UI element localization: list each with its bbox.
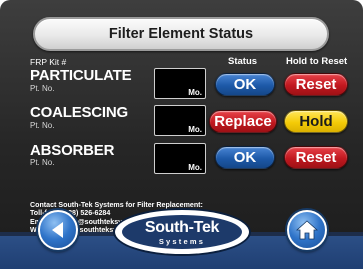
back-button[interactable] <box>38 210 78 250</box>
page-title: Filter Element Status <box>33 17 329 51</box>
particulate-reset-button[interactable]: Reset <box>284 73 348 96</box>
absorber-month-field[interactable]: Mo. <box>154 143 206 174</box>
home-icon <box>295 220 319 240</box>
logo-inner: South-Tek Systems <box>122 215 242 249</box>
particulate-month-field[interactable]: Mo. <box>154 68 206 99</box>
particulate-status-button[interactable]: OK <box>215 73 275 96</box>
absorber-label: ABSORBER <box>30 142 115 159</box>
screen: Filter Element Status FRP Kit # Status H… <box>0 0 363 269</box>
absorber-reset-button[interactable]: Reset <box>284 146 348 169</box>
hold-to-reset-header: Hold to Reset <box>286 56 348 67</box>
contact-heading: Contact South-Tek Systems for Filter Rep… <box>30 201 203 209</box>
logo-main-text: South-Tek <box>144 219 220 236</box>
coalescing-month-field[interactable]: Mo. <box>154 105 206 136</box>
coalescing-hold-button[interactable]: Hold <box>284 110 348 133</box>
back-arrow-icon <box>52 222 63 238</box>
coalescing-part-number-label: Pt. No. <box>30 121 55 130</box>
coalescing-month-unit: Mo. <box>188 125 202 134</box>
absorber-part-number-label: Pt. No. <box>30 158 55 167</box>
status-header: Status <box>228 56 258 67</box>
absorber-status-button[interactable]: OK <box>215 146 275 169</box>
frp-kit-header: FRP Kit # <box>30 57 67 67</box>
particulate-label: PARTICULATE <box>30 67 132 84</box>
coalescing-label: COALESCING <box>30 104 129 121</box>
home-button[interactable] <box>287 210 327 250</box>
south-tek-logo: South-Tek Systems <box>115 210 249 254</box>
logo-sub-text: Systems <box>158 237 206 246</box>
coalescing-status-button[interactable]: Replace <box>209 110 277 133</box>
absorber-month-unit: Mo. <box>188 163 202 172</box>
particulate-part-number-label: Pt. No. <box>30 84 55 93</box>
particulate-month-unit: Mo. <box>188 88 202 97</box>
